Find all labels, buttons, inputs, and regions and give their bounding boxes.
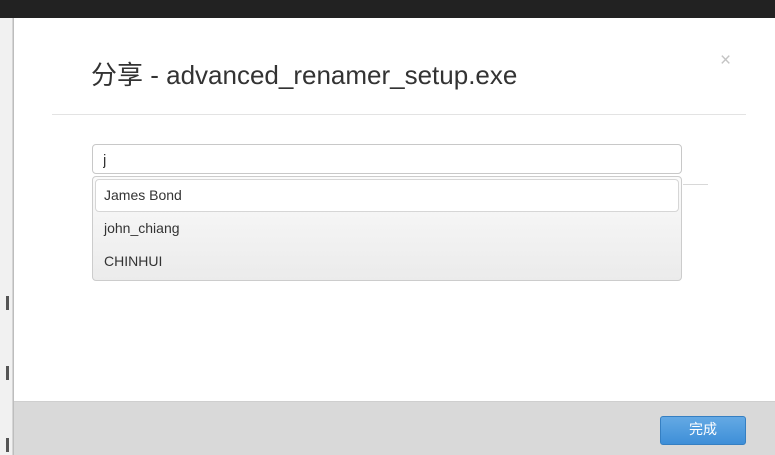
autocomplete-suggestion-list: James Bond john_chiang CHINHUI: [92, 176, 682, 281]
suggestion-item[interactable]: James Bond: [95, 179, 679, 212]
page-edge-glyph: [6, 296, 9, 310]
close-icon[interactable]: ×: [720, 51, 731, 70]
page-edge-glyph: [6, 438, 9, 452]
suggestion-item[interactable]: john_chiang: [95, 212, 679, 245]
page-edge-glyph: [6, 366, 9, 380]
modal-title: 分享 - advanced_renamer_setup.exe: [91, 60, 518, 90]
share-modal: 分享 - advanced_renamer_setup.exe × James …: [13, 18, 775, 455]
modal-header: 分享 - advanced_renamer_setup.exe ×: [14, 18, 775, 114]
suggestion-item[interactable]: CHINHUI: [95, 245, 679, 278]
underlying-page-edge: [0, 18, 13, 455]
share-user-search-input[interactable]: [92, 144, 682, 174]
input-divider: [683, 184, 708, 185]
page-top-bar: [0, 0, 775, 18]
done-button[interactable]: 完成: [660, 416, 746, 445]
header-divider: [52, 114, 746, 115]
modal-footer: 完成: [14, 401, 775, 455]
